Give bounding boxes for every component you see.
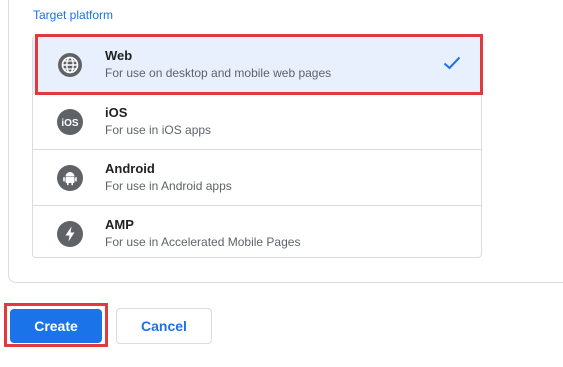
android-icon — [57, 165, 83, 191]
web-option-subtitle: For use on desktop and mobile web pages — [105, 66, 332, 80]
create-button[interactable]: Create — [10, 309, 102, 343]
platform-option-web[interactable]: Web For use on desktop and mobile web pa… — [33, 37, 481, 93]
globe-icon — [57, 52, 83, 78]
android-option-subtitle: For use in Android apps — [105, 179, 232, 193]
amp-option-subtitle: For use in Accelerated Mobile Pages — [105, 235, 301, 249]
target-platform-label: Target platform — [33, 8, 114, 22]
ios-icon: iOS — [57, 109, 83, 135]
platform-option-amp[interactable]: AMP For use in Accelerated Mobile Pages — [33, 205, 481, 257]
checkmark-icon — [443, 56, 461, 75]
amp-icon — [57, 221, 83, 247]
cancel-button[interactable]: Cancel — [116, 308, 212, 344]
android-option-title: Android — [105, 161, 155, 176]
ios-option-subtitle: For use in iOS apps — [105, 123, 212, 137]
web-option-title: Web — [105, 48, 133, 63]
svg-text:iOS: iOS — [61, 118, 79, 129]
amp-option-title: AMP — [105, 217, 134, 232]
platform-option-ios[interactable]: iOS iOS For use in iOS apps — [33, 93, 481, 149]
platform-option-android[interactable]: Android For use in Android apps — [33, 149, 481, 205]
platform-option-list: Web For use on desktop and mobile web pa… — [32, 36, 482, 258]
ios-option-title: iOS — [105, 105, 128, 120]
